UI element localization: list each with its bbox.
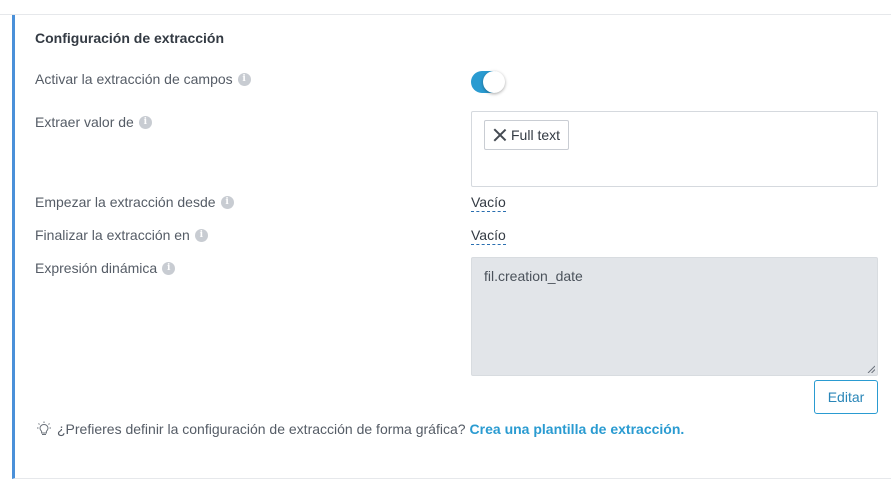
dynamic-expression-label-text: Expresión dinámica [35, 260, 158, 276]
selected-chip: Full text [484, 120, 570, 150]
lightbulb-icon [37, 421, 51, 435]
hint-text: ¿Prefieres definir la configuración de e… [57, 421, 466, 437]
edit-button[interactable]: Editar [814, 380, 878, 414]
start-extraction-label: Empezar la extracción desde i [35, 194, 234, 210]
end-extraction-label: Finalizar la extracción en i [35, 227, 208, 243]
extraction-config-panel: Configuración de extracción Activar la e… [12, 15, 891, 479]
dynamic-expression-value: fil.creation_date [484, 268, 583, 284]
start-extraction-label-text: Empezar la extracción desde [35, 194, 216, 210]
extract-from-label: Extraer valor de i [35, 114, 152, 130]
activate-extraction-label: Activar la extracción de campos i [35, 71, 251, 87]
extract-from-multiselect[interactable]: Full text [471, 111, 878, 187]
end-extraction-value[interactable]: Vacío [471, 227, 506, 245]
info-icon[interactable]: i [220, 195, 234, 209]
graphic-config-hint: ¿Prefieres definir la configuración de e… [35, 421, 684, 437]
resize-handle-icon[interactable] [867, 365, 875, 373]
create-template-link[interactable]: Crea una plantilla de extracción. [470, 421, 685, 437]
top-strip [0, 0, 891, 15]
activate-extraction-label-text: Activar la extracción de campos [35, 71, 233, 87]
info-icon[interactable]: i [237, 72, 251, 86]
dynamic-expression-textarea[interactable]: fil.creation_date [471, 257, 878, 376]
close-icon[interactable] [493, 128, 507, 142]
info-icon[interactable]: i [194, 228, 208, 242]
dynamic-expression-label: Expresión dinámica i [35, 260, 176, 276]
toggle-knob [483, 71, 505, 93]
extract-from-label-text: Extraer valor de [35, 114, 134, 130]
start-extraction-value[interactable]: Vacío [471, 194, 506, 212]
section-title: Configuración de extracción [35, 30, 225, 46]
info-icon[interactable]: i [138, 115, 152, 129]
activate-extraction-toggle[interactable] [471, 71, 505, 93]
chip-label: Full text [511, 127, 561, 143]
info-icon[interactable]: i [162, 261, 176, 275]
end-extraction-label-text: Finalizar la extracción en [35, 227, 190, 243]
